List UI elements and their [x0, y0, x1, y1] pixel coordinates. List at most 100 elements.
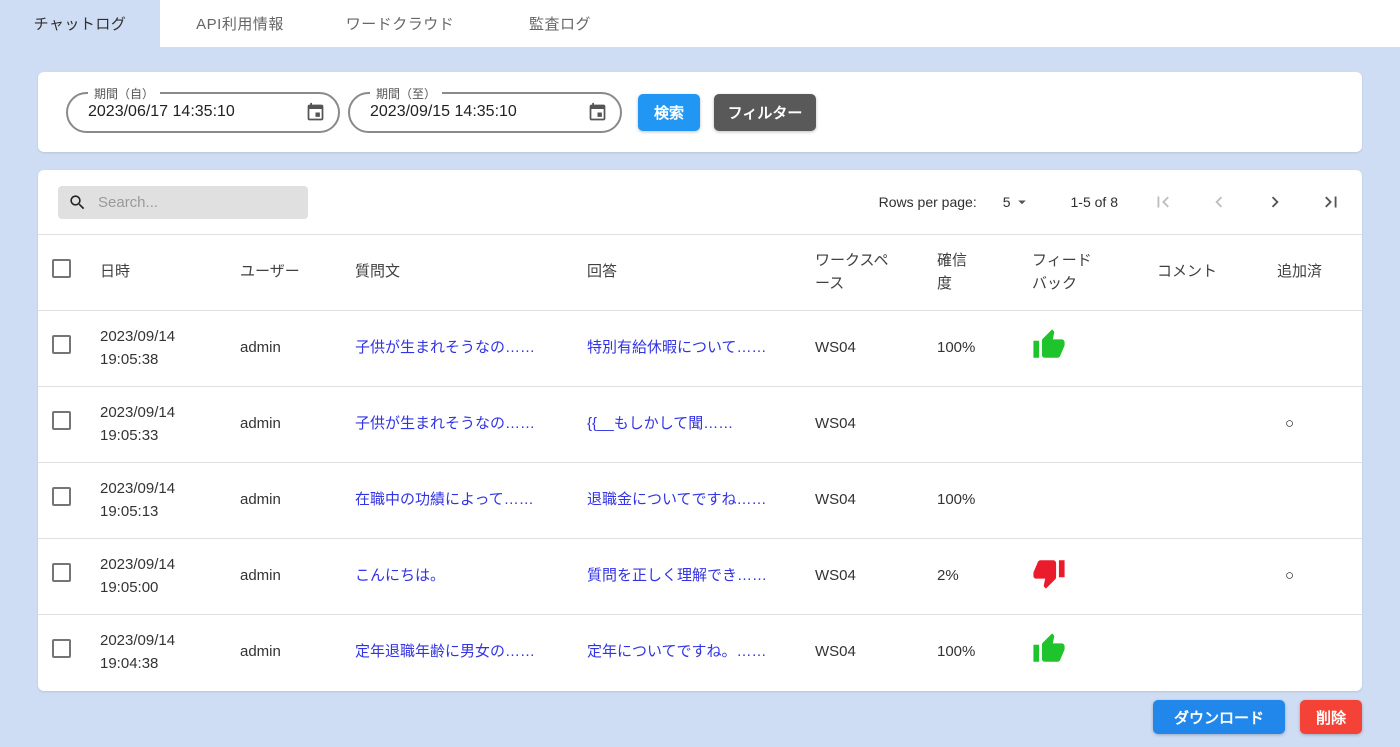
- search-button[interactable]: 検索: [638, 94, 700, 131]
- chevron-left-icon: [1208, 191, 1230, 213]
- column-header-confidence: 確信度: [921, 235, 1016, 311]
- cell-user: admin: [224, 615, 339, 691]
- column-header-user: ユーザー: [224, 235, 339, 311]
- cell-answer-link[interactable]: 質問を正しく理解でき……: [571, 539, 799, 615]
- row-checkbox[interactable]: [52, 335, 71, 354]
- rows-per-page-select[interactable]: 5: [1003, 193, 1031, 211]
- table-search-box[interactable]: [58, 186, 308, 219]
- cell-confidence: 100%: [921, 463, 1016, 539]
- date-from-value[interactable]: 2023/06/17 14:35:10: [88, 103, 305, 121]
- cell-datetime: 2023/09/14 19:05:13: [84, 463, 224, 539]
- date-to-value[interactable]: 2023/09/15 14:35:10: [370, 103, 587, 121]
- table-row: 2023/09/14 19:05:33 admin 子供が生まれそうなの…… {…: [38, 387, 1362, 463]
- date-to-label: 期間（至）: [370, 85, 442, 102]
- cell-confidence: 100%: [921, 615, 1016, 691]
- column-header-added: 追加済: [1261, 235, 1362, 311]
- cell-workspace: WS04: [799, 539, 921, 615]
- select-all-checkbox[interactable]: [52, 259, 71, 278]
- filter-button[interactable]: フィルター: [714, 94, 816, 131]
- thumb-down-icon: [1032, 556, 1066, 590]
- cell-answer-link[interactable]: 特別有給休暇について……: [571, 311, 799, 387]
- added-mark: ○: [1277, 565, 1294, 588]
- next-page-button[interactable]: [1264, 191, 1286, 213]
- cell-question-link[interactable]: 定年退職年齢に男女の……: [339, 615, 571, 691]
- thumb-up-icon: [1032, 328, 1066, 362]
- cell-question-link[interactable]: 子供が生まれそうなの……: [339, 311, 571, 387]
- added-mark: ○: [1277, 413, 1294, 436]
- cell-datetime: 2023/09/14 19:05:00: [84, 539, 224, 615]
- thumb-up-icon: [1032, 632, 1066, 666]
- cell-question-link[interactable]: こんにちは。: [339, 539, 571, 615]
- column-header-workspace: ワークスペース: [799, 235, 921, 311]
- cell-question-link[interactable]: 子供が生まれそうなの……: [339, 387, 571, 463]
- last-page-icon: [1320, 191, 1342, 213]
- calendar-icon[interactable]: [305, 102, 326, 123]
- cell-added: [1261, 311, 1362, 387]
- cell-confidence: 100%: [921, 311, 1016, 387]
- date-filter-panel: 期間（自） 2023/06/17 14:35:10 期間（至） 2023/09/…: [38, 72, 1362, 152]
- calendar-icon[interactable]: [587, 102, 608, 123]
- column-header-answer: 回答: [571, 235, 799, 311]
- cell-workspace: WS04: [799, 463, 921, 539]
- cell-confidence: [921, 387, 1016, 463]
- cell-user: admin: [224, 539, 339, 615]
- pagination-range: 1-5 of 8: [1071, 194, 1118, 210]
- column-header-question: 質問文: [339, 235, 571, 311]
- rows-per-page-value: 5: [1003, 194, 1011, 210]
- tab-audit-log[interactable]: 監査ログ: [480, 0, 640, 47]
- cell-datetime: 2023/09/14 19:05:33: [84, 387, 224, 463]
- download-button[interactable]: ダウンロード: [1153, 700, 1285, 734]
- cell-comment: [1141, 539, 1261, 615]
- footer-actions: ダウンロード 削除: [38, 700, 1362, 734]
- cell-added: [1261, 463, 1362, 539]
- chat-log-table: 日時 ユーザー 質問文 回答 ワークスペース 確信度 フィードバック コメント …: [38, 234, 1362, 690]
- cell-feedback: [1016, 311, 1141, 387]
- cell-feedback: [1016, 615, 1141, 691]
- row-checkbox[interactable]: [52, 563, 71, 582]
- cell-comment: [1141, 463, 1261, 539]
- table-row: 2023/09/14 19:04:38 admin 定年退職年齢に男女の…… 定…: [38, 615, 1362, 691]
- row-checkbox[interactable]: [52, 639, 71, 658]
- cell-comment: [1141, 387, 1261, 463]
- cell-user: admin: [224, 311, 339, 387]
- tab-api-usage[interactable]: API利用情報: [160, 0, 320, 47]
- table-row: 2023/09/14 19:05:13 admin 在職中の功績によって…… 退…: [38, 463, 1362, 539]
- first-page-icon: [1152, 191, 1174, 213]
- column-header-datetime: 日時: [84, 235, 224, 311]
- chevron-right-icon: [1264, 191, 1286, 213]
- table-header-row: 日時 ユーザー 質問文 回答 ワークスペース 確信度 フィードバック コメント …: [38, 235, 1362, 311]
- tab-chat-log[interactable]: チャットログ: [0, 0, 160, 47]
- row-checkbox[interactable]: [52, 487, 71, 506]
- date-to-field[interactable]: 期間（至） 2023/09/15 14:35:10: [348, 92, 622, 133]
- column-header-feedback: フィードバック: [1016, 235, 1141, 311]
- cell-question-link[interactable]: 在職中の功績によって……: [339, 463, 571, 539]
- cell-datetime: 2023/09/14 19:04:38: [84, 615, 224, 691]
- tab-word-cloud[interactable]: ワードクラウド: [320, 0, 480, 47]
- tab-bar: チャットログ API利用情報 ワードクラウド 監査ログ: [0, 0, 1400, 47]
- table-row: 2023/09/14 19:05:38 admin 子供が生まれそうなの…… 特…: [38, 311, 1362, 387]
- cell-added: ○: [1261, 387, 1362, 463]
- chat-log-table-panel: Rows per page: 5 1-5 of 8: [38, 170, 1362, 691]
- cell-datetime: 2023/09/14 19:05:38: [84, 311, 224, 387]
- cell-confidence: 2%: [921, 539, 1016, 615]
- cell-added: ○: [1261, 539, 1362, 615]
- cell-feedback: [1016, 539, 1141, 615]
- previous-page-button[interactable]: [1208, 191, 1230, 213]
- cell-feedback: [1016, 463, 1141, 539]
- cell-answer-link[interactable]: 退職金についてですね……: [571, 463, 799, 539]
- cell-workspace: WS04: [799, 387, 921, 463]
- table-row: 2023/09/14 19:05:00 admin こんにちは。 質問を正しく理…: [38, 539, 1362, 615]
- cell-comment: [1141, 615, 1261, 691]
- cell-user: admin: [224, 463, 339, 539]
- first-page-button[interactable]: [1152, 191, 1174, 213]
- row-checkbox[interactable]: [52, 411, 71, 430]
- delete-button[interactable]: 削除: [1300, 700, 1362, 734]
- chevron-down-icon: [1013, 193, 1031, 211]
- last-page-button[interactable]: [1320, 191, 1342, 213]
- column-header-comment: コメント: [1141, 235, 1261, 311]
- cell-answer-link[interactable]: {{__もしかして聞……: [571, 387, 799, 463]
- date-from-field[interactable]: 期間（自） 2023/06/17 14:35:10: [66, 92, 340, 133]
- cell-answer-link[interactable]: 定年についてですね。……: [571, 615, 799, 691]
- table-search-input[interactable]: [96, 193, 298, 212]
- cell-comment: [1141, 311, 1261, 387]
